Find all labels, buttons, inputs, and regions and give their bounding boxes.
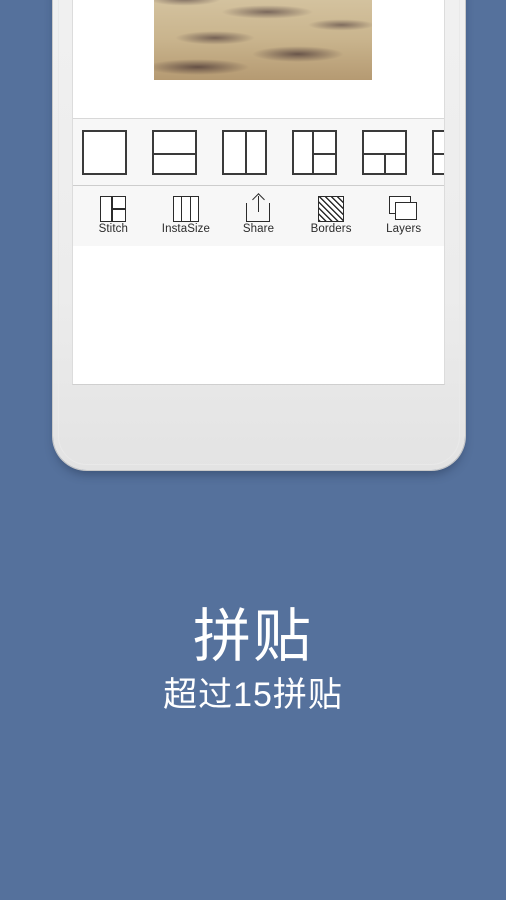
photo-sand	[154, 0, 372, 80]
hatched-square-icon	[297, 192, 365, 222]
toolbar-label-share: Share	[242, 223, 275, 235]
beach-photo[interactable]	[154, 0, 372, 80]
toolbar-label-stitch: Stitch	[98, 223, 128, 235]
promo-text-block: 拼贴 超过15拼贴	[0, 604, 506, 718]
toolbar-button-borders[interactable]: Borders	[297, 192, 365, 235]
phone-device-mockup: Stitch InstaSize Share Borders Layers	[53, 0, 465, 470]
toolbar-label-borders: Borders	[310, 223, 352, 235]
share-upload-icon	[224, 192, 292, 222]
toolbar-label-instasize: InstaSize	[161, 223, 210, 235]
toolbar-button-stitch[interactable]: Stitch	[79, 192, 147, 235]
layout-option-2[interactable]	[152, 129, 197, 175]
stacked-layers-icon	[370, 192, 438, 222]
layout-option-5[interactable]	[362, 129, 407, 175]
promo-subheadline: 超过15拼贴	[163, 676, 343, 714]
collage-canvas[interactable]	[73, 0, 444, 118]
toolbar-label-layers: Layers	[386, 223, 422, 235]
layout-option-3[interactable]	[222, 129, 267, 175]
layout-option-4[interactable]	[292, 129, 337, 175]
toolbar-button-layers[interactable]: Layers	[370, 192, 438, 235]
layout-option-6[interactable]	[432, 129, 444, 175]
toolbar-button-share[interactable]: Share	[224, 192, 292, 235]
grid-stitch-icon	[79, 192, 147, 222]
toolbar-button-instasize[interactable]: InstaSize	[152, 192, 220, 235]
phone-screen: Stitch InstaSize Share Borders Layers	[72, 0, 445, 385]
collage-layout-picker[interactable]	[73, 118, 444, 186]
three-columns-icon	[152, 192, 220, 222]
promo-headline: 拼贴	[192, 604, 313, 669]
layout-option-1[interactable]	[82, 129, 127, 175]
bottom-toolbar[interactable]: Stitch InstaSize Share Borders Layers	[73, 186, 444, 246]
